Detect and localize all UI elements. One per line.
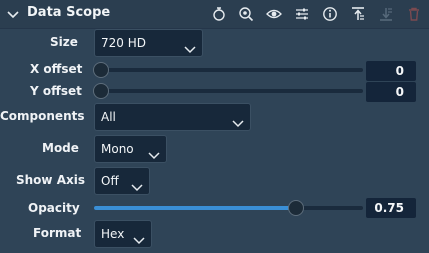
x-offset-label: X offset [30,62,83,76]
y-offset-value[interactable]: 0 [366,82,416,102]
slider-track [101,68,363,72]
slider-fill [94,206,296,210]
chevron-down-icon [131,177,143,192]
mode-dropdown[interactable]: Mono [94,135,167,163]
format-dropdown[interactable]: Hex [94,220,152,248]
x-offset-slider[interactable] [93,62,363,78]
slider-handle[interactable] [93,62,109,78]
trash-icon [406,6,422,22]
opacity-value[interactable]: 0.75 [366,198,416,218]
size-dropdown[interactable]: 720 HD [94,29,203,57]
info-icon[interactable] [322,6,338,22]
mode-value: Mono [101,142,134,156]
show-axis-label: Show Axis [16,173,85,187]
format-label: Format [33,226,82,240]
components-value: All [101,110,116,124]
panel-title: Data Scope [27,5,111,20]
panel-header: Data Scope [0,0,429,29]
chevron-down-icon [133,230,145,245]
x-offset-value[interactable]: 0 [366,61,416,81]
stopwatch-icon[interactable] [211,6,227,22]
sliders-icon[interactable] [294,6,310,22]
show-axis-value: Off [101,174,119,188]
format-value: Hex [101,227,125,241]
components-dropdown[interactable]: All [94,103,251,131]
show-axis-dropdown[interactable]: Off [94,167,150,195]
chevron-down-icon [184,39,196,54]
zoom-icon[interactable] [238,6,254,22]
chevron-down-icon [232,113,244,128]
slider-handle[interactable] [287,200,304,216]
mode-label: Mode [42,141,79,155]
collapse-chevron-icon[interactable] [6,7,20,21]
size-value: 720 HD [101,36,146,50]
eye-icon[interactable] [266,6,282,22]
opacity-label: Opacity [28,201,80,215]
slider-track [101,89,363,93]
opacity-slider[interactable] [94,200,363,216]
size-label: Size [50,35,78,49]
chevron-down-icon [148,145,160,160]
y-offset-slider[interactable] [93,83,363,99]
slider-handle[interactable] [93,83,109,99]
move-up-icon[interactable] [350,6,366,22]
move-down-icon [378,6,394,22]
y-offset-label: Y offset [30,84,82,98]
components-label: Components [0,109,85,123]
